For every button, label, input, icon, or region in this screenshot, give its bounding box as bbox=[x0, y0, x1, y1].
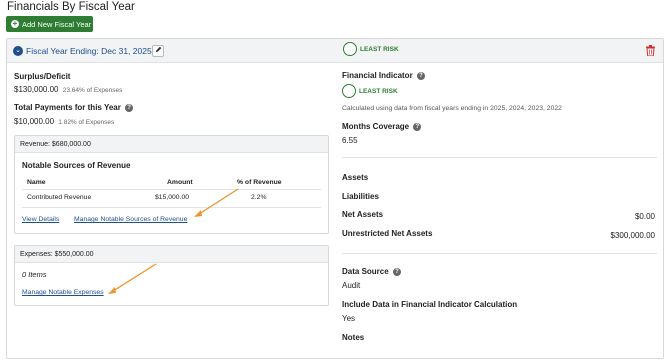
arrow-annotation bbox=[108, 188, 239, 294]
